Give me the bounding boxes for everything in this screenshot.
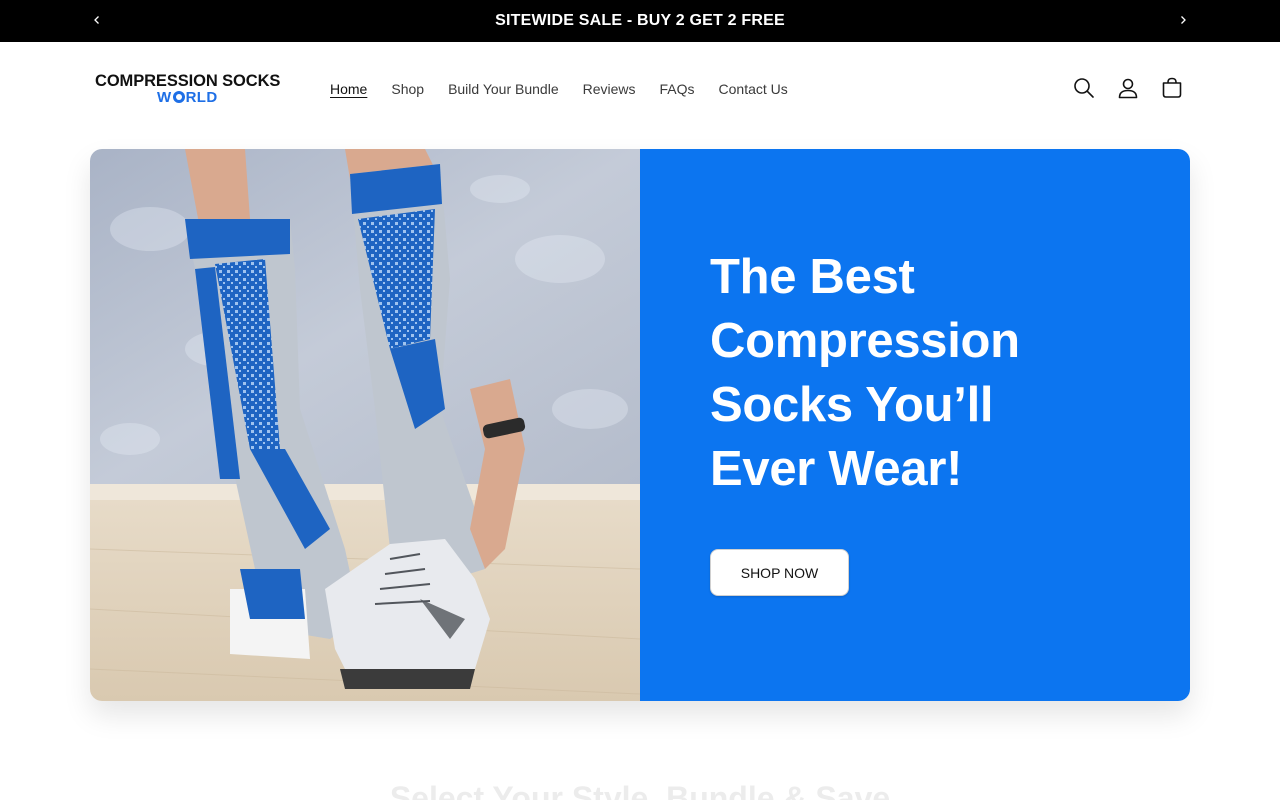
nav-build-your-bundle[interactable]: Build Your Bundle <box>448 80 559 98</box>
hero-banner: The Best Compression Socks You’ll Ever W… <box>90 149 1190 701</box>
shop-now-button[interactable]: SHOP NOW <box>710 549 849 596</box>
nav-shop[interactable]: Shop <box>391 80 424 98</box>
announcement-bar: SITEWIDE SALE - BUY 2 GET 2 FREE <box>0 0 1280 42</box>
nav-home[interactable]: Home <box>330 80 367 98</box>
main-nav: Home Shop Build Your Bundle Reviews FAQs… <box>330 80 812 98</box>
account-icon <box>1118 78 1138 99</box>
nav-contact-us[interactable]: Contact Us <box>719 80 788 98</box>
hero-content-panel: The Best Compression Socks You’ll Ever W… <box>640 149 1190 701</box>
chevron-left-icon <box>94 16 99 24</box>
logo-o-mark-icon <box>172 91 185 103</box>
logo-text-bottom: W RLD <box>157 89 218 106</box>
nav-reviews[interactable]: Reviews <box>583 80 636 98</box>
announcement-next-button[interactable] <box>1171 8 1195 32</box>
announcement-prev-button[interactable] <box>85 8 109 32</box>
hero-image <box>90 149 640 701</box>
site-header: COMPRESSION SOCKS W RLD Home Shop Build Y… <box>0 42 1280 136</box>
site-logo[interactable]: COMPRESSION SOCKS W RLD <box>95 72 290 108</box>
chevron-right-icon <box>1181 16 1186 24</box>
search-icon <box>1074 78 1094 98</box>
announcement-text: SITEWIDE SALE - BUY 2 GET 2 FREE <box>495 12 785 29</box>
cart-button[interactable] <box>1160 76 1184 100</box>
hero-heading: The Best Compression Socks You’ll Ever W… <box>710 250 1020 496</box>
cart-icon <box>1162 77 1182 98</box>
search-button[interactable] <box>1072 76 1096 100</box>
logo-text-top: COMPRESSION SOCKS <box>95 72 281 90</box>
nav-faqs[interactable]: FAQs <box>660 80 695 98</box>
section-title: Select Your Style, Bundle & Save <box>389 780 891 800</box>
account-button[interactable] <box>1116 76 1140 100</box>
